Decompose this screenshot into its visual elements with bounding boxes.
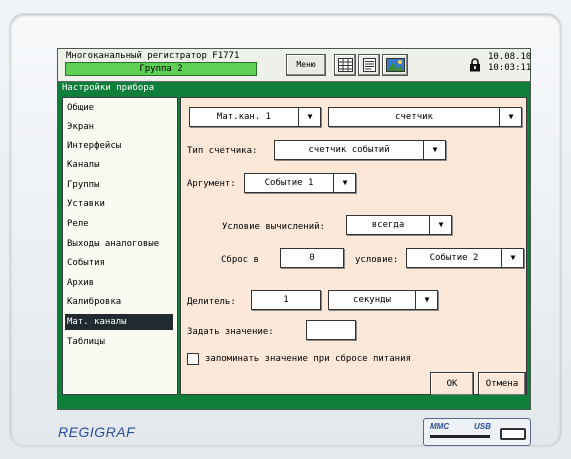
mode-select[interactable]: счетчик ▼ [328, 107, 522, 127]
chevron-down-icon: ▼ [429, 216, 452, 234]
remember-label: запоминать значение при сбросе питания [205, 354, 411, 364]
reset-condition-value: Событие 2 [429, 253, 479, 263]
date-label: 10.08.10 [488, 52, 532, 62]
channel-select-value: Мат.кан. 1 [216, 112, 272, 122]
counter-type-label: Тип счетчика: [187, 146, 258, 156]
counter-type-select[interactable]: счетчик событий ▼ [274, 140, 446, 160]
divisor-label: Делитель: [187, 297, 236, 307]
chevron-down-icon: ▼ [499, 108, 522, 126]
sidebar-item-setpoints[interactable]: Уставки [67, 196, 105, 212]
reset-value-field[interactable]: 0 [280, 248, 344, 268]
math-channel-settings: Мат.кан. 1 ▼ счетчик ▼ Тип счетчика: сче… [180, 97, 527, 396]
usb-port-icon[interactable] [500, 428, 526, 440]
sidebar-item-tables[interactable]: Таблицы [67, 334, 105, 350]
screen-footer [62, 395, 527, 407]
picture-icon [386, 58, 405, 72]
sidebar-item-analog-outputs[interactable]: Выходы аналоговые [67, 236, 159, 252]
sidebar-item-general[interactable]: Общие [67, 100, 94, 116]
document-view-button[interactable] [358, 54, 380, 76]
condition-select[interactable]: всегда ▼ [346, 215, 452, 235]
table-icon [338, 58, 353, 72]
lock-icon [470, 58, 480, 72]
group-indicator[interactable]: Группа 2 [65, 62, 257, 76]
device-title: Многоканальный регистратор F1771 [66, 51, 240, 61]
ports-panel: MMC USB [423, 418, 531, 446]
table-view-button[interactable] [334, 54, 356, 76]
time-label: 10:03:11 [488, 63, 532, 73]
channel-select[interactable]: Мат.кан. 1 ▼ [189, 107, 321, 127]
chevron-down-icon: ▼ [333, 174, 356, 192]
remember-checkbox[interactable] [187, 353, 199, 365]
page-title: Настройки прибора [62, 83, 155, 93]
mode-select-value: счетчик [395, 112, 433, 122]
chevron-down-icon: ▼ [501, 249, 524, 267]
cancel-button[interactable]: Отмена [478, 372, 526, 396]
argument-label: Аргумент: [187, 179, 236, 189]
settings-header: Настройки прибора [58, 82, 530, 96]
date-time: 10.08.10 10:03:11 [488, 52, 531, 74]
sidebar-item-events[interactable]: События [67, 255, 105, 271]
device-body: Многоканальный регистратор F1771 Группа … [0, 0, 571, 459]
set-value-label: Задать значение: [187, 327, 274, 337]
divisor-unit-select[interactable]: секунды ▼ [328, 290, 438, 310]
ok-button[interactable]: OK [430, 372, 474, 396]
divisor-field[interactable]: 1 [251, 290, 321, 310]
set-value-field[interactable] [306, 320, 356, 340]
sidebar-item-interfaces[interactable]: Интерфейсы [67, 138, 121, 154]
reset-condition-label: условие: [355, 255, 399, 265]
document-icon [363, 58, 376, 72]
counter-type-value: счетчик событий [308, 145, 390, 155]
sidebar-item-groups[interactable]: Группы [67, 177, 100, 193]
sidebar-item-archive[interactable]: Архив [67, 275, 94, 291]
screen: Многоканальный регистратор F1771 Группа … [57, 48, 531, 410]
sidebar-item-relays[interactable]: Реле [67, 216, 89, 232]
menu-button[interactable]: Меню [286, 54, 326, 76]
usb-label: USB [474, 422, 491, 431]
sidebar-item-screen[interactable]: Экран [67, 119, 94, 135]
argument-select[interactable]: Событие 1 ▼ [244, 173, 356, 193]
reset-condition-select[interactable]: Событие 2 ▼ [406, 248, 524, 268]
reset-label: Сброс в [221, 255, 259, 265]
settings-sidebar: Общие Экран Интерфейсы Каналы Группы Уст… [62, 97, 178, 395]
status-bar: Многоканальный регистратор F1771 Группа … [58, 49, 531, 82]
chevron-down-icon: ▼ [423, 141, 446, 159]
chevron-down-icon: ▼ [298, 108, 321, 126]
argument-value: Событие 1 [264, 178, 314, 188]
condition-label: Условие вычислений: [222, 222, 325, 232]
chevron-down-icon: ▼ [415, 291, 438, 309]
condition-value: всегда [371, 220, 405, 230]
sidebar-item-math-channels[interactable]: Мат. каналы [65, 314, 173, 330]
sidebar-item-calibration[interactable]: Калибровка [67, 294, 121, 310]
mmc-label: MMC [430, 422, 450, 431]
mmc-slot[interactable] [430, 435, 490, 438]
picture-view-button[interactable] [382, 54, 408, 76]
brand-logo: REGIGRAF [58, 424, 136, 440]
sidebar-item-channels[interactable]: Каналы [67, 157, 100, 173]
divisor-unit-value: секунды [353, 295, 391, 305]
